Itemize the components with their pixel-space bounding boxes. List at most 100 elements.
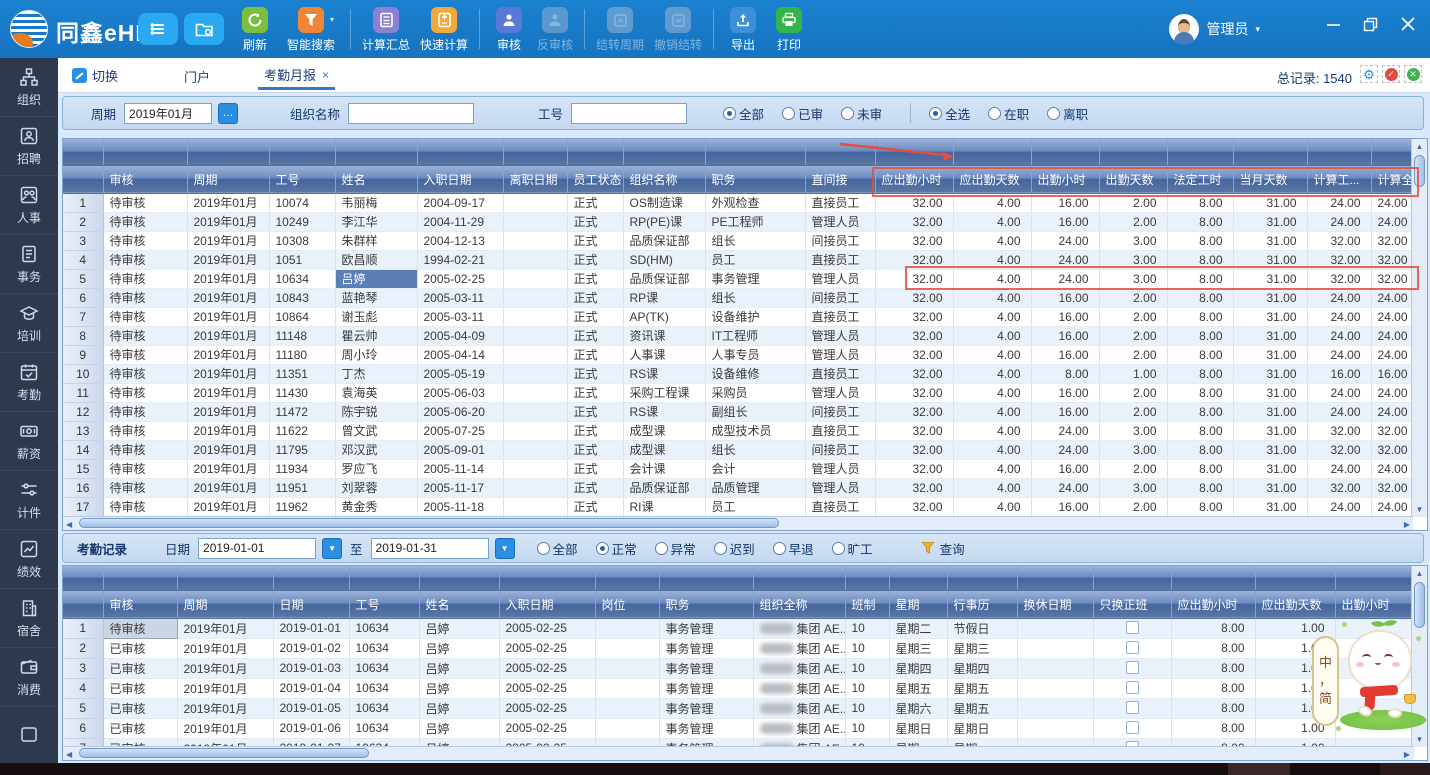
cell[interactable]: 正式 — [567, 326, 623, 345]
cell[interactable]: 设备维修 — [705, 364, 805, 383]
cell[interactable]: 管理人员 — [805, 345, 875, 364]
cell[interactable] — [595, 718, 659, 738]
cell[interactable]: 事务管理 — [705, 269, 805, 288]
cell[interactable]: 4.00 — [953, 421, 1031, 440]
cell[interactable]: 2019年01月 — [187, 364, 269, 383]
cell[interactable]: 待审核 — [103, 269, 187, 288]
cell[interactable] — [595, 638, 659, 658]
cell[interactable]: 2019年01月 — [187, 212, 269, 231]
cell[interactable]: 8.00 — [1167, 345, 1233, 364]
cell[interactable]: 31.00 — [1233, 288, 1307, 307]
checkbox[interactable] — [1126, 641, 1139, 654]
column-header[interactable]: 组织全称 — [753, 590, 845, 618]
checkbox[interactable] — [1126, 721, 1139, 734]
cell[interactable]: 成型技术员 — [705, 421, 805, 440]
cell[interactable]: 3.00 — [1099, 440, 1167, 459]
cell[interactable] — [503, 364, 567, 383]
cell[interactable]: 已审核 — [103, 698, 177, 718]
row-number[interactable]: 14 — [63, 440, 103, 459]
scroll-right-icon[interactable]: ▶ — [1404, 750, 1410, 759]
cell[interactable]: 正式 — [567, 212, 623, 231]
scroll-thumb[interactable] — [1414, 155, 1425, 187]
cell[interactable]: 2019年01月 — [177, 638, 273, 658]
cell[interactable]: 直接员工 — [805, 497, 875, 516]
cell[interactable]: 24.00 — [1371, 383, 1413, 402]
row-number[interactable]: 2 — [63, 638, 103, 658]
cell[interactable]: 4.00 — [953, 307, 1031, 326]
cell[interactable]: 外观检查 — [705, 193, 805, 212]
row-number[interactable]: 6 — [63, 718, 103, 738]
column-header[interactable]: 入职日期 — [499, 590, 595, 618]
cell[interactable]: 2.00 — [1099, 497, 1167, 516]
cell[interactable]: 2019年01月 — [187, 459, 269, 478]
cell[interactable]: 星期日 — [889, 718, 947, 738]
table-row[interactable]: 8待审核2019年01月11148瞿云帅2005-04-09正式资讯课IT工程师… — [63, 326, 1413, 345]
cell[interactable]: 2005-02-25 — [499, 638, 595, 658]
date-to-input[interactable] — [371, 538, 489, 559]
cell[interactable]: 丁杰 — [335, 364, 417, 383]
cell[interactable]: 24.00 — [1031, 421, 1099, 440]
cell[interactable] — [503, 478, 567, 497]
cell[interactable]: 4.00 — [953, 250, 1031, 269]
cell[interactable]: 4.00 — [953, 326, 1031, 345]
cell[interactable]: 人事课 — [623, 345, 705, 364]
cell[interactable]: 待审核 — [103, 364, 187, 383]
cell[interactable]: 直接员工 — [805, 193, 875, 212]
cell[interactable]: 事务管理 — [659, 718, 753, 738]
cell[interactable]: 待审核 — [103, 383, 187, 402]
cell[interactable]: 10 — [845, 638, 889, 658]
cell[interactable]: 24.00 — [1307, 326, 1371, 345]
cell[interactable]: 10843 — [269, 288, 335, 307]
row-number[interactable]: 11 — [63, 383, 103, 402]
cell[interactable]: 24.00 — [1371, 326, 1413, 345]
cell[interactable]: 32.00 — [875, 326, 953, 345]
cell[interactable]: 31.00 — [1233, 345, 1307, 364]
sidebar-item-payroll[interactable]: 薪资 — [0, 412, 58, 471]
table-row[interactable]: 10待审核2019年01月11351丁杰2005-05-19正式RS课设备维修直… — [63, 364, 1413, 383]
cell[interactable]: 1.00 — [1099, 364, 1167, 383]
folder-settings-button[interactable] — [184, 13, 224, 45]
cell[interactable]: 24.00 — [1371, 402, 1413, 421]
cell[interactable]: 32.00 — [875, 269, 953, 288]
cell[interactable]: 集团 AE... — [753, 618, 845, 638]
radio-rec-absent[interactable]: 旷工 — [832, 539, 873, 558]
empno-input[interactable] — [571, 103, 687, 124]
cell[interactable]: 正式 — [567, 440, 623, 459]
cell[interactable]: 32.00 — [1307, 440, 1371, 459]
cell[interactable]: 正式 — [567, 364, 623, 383]
column-header[interactable]: 直间接 — [805, 165, 875, 193]
cell[interactable] — [503, 250, 567, 269]
scroll-up-icon[interactable]: ▲ — [1412, 569, 1427, 578]
cell[interactable]: 24.00 — [1031, 478, 1099, 497]
cell[interactable]: 待审核 — [103, 193, 187, 212]
cell[interactable]: 3.00 — [1099, 250, 1167, 269]
cell[interactable]: 2005-02-25 — [499, 618, 595, 638]
cell[interactable]: 31.00 — [1233, 402, 1307, 421]
cell[interactable]: 16.00 — [1307, 364, 1371, 383]
cell[interactable]: 2005-04-09 — [417, 326, 503, 345]
cell[interactable]: AP(TK) — [623, 307, 705, 326]
cell[interactable]: 正式 — [567, 421, 623, 440]
sidebar-item-organization[interactable]: 组织 — [0, 58, 58, 117]
table-row[interactable]: 6待审核2019年01月10843蓝艳琴2005-03-11正式RP课组长间接员… — [63, 288, 1413, 307]
cell[interactable] — [1017, 698, 1093, 718]
sidebar-item-dormitory[interactable]: 宿舍 — [0, 589, 58, 648]
cell[interactable]: 谢玉彪 — [335, 307, 417, 326]
cell[interactable]: 已审核 — [103, 658, 177, 678]
cell[interactable]: 4.00 — [953, 402, 1031, 421]
table-row[interactable]: 13待审核2019年01月11622曾文武2005-07-25正式成型课成型技术… — [63, 421, 1413, 440]
cell[interactable]: 管理人员 — [805, 459, 875, 478]
cell[interactable]: 16.00 — [1031, 326, 1099, 345]
cell[interactable]: 蓝艳琴 — [335, 288, 417, 307]
close-button[interactable] — [1400, 16, 1416, 32]
cell[interactable]: 集团 AE... — [753, 678, 845, 698]
cell[interactable]: 待审核 — [103, 307, 187, 326]
cell[interactable]: 8.00 — [1167, 478, 1233, 497]
row-number[interactable]: 17 — [63, 497, 103, 516]
row-number[interactable]: 7 — [63, 307, 103, 326]
cell[interactable]: 2019年01月 — [187, 288, 269, 307]
cell[interactable] — [503, 497, 567, 516]
cell[interactable]: 2019年01月 — [187, 497, 269, 516]
column-header[interactable]: 审核 — [103, 165, 187, 193]
scroll-left-icon[interactable]: ◀ — [66, 520, 72, 529]
